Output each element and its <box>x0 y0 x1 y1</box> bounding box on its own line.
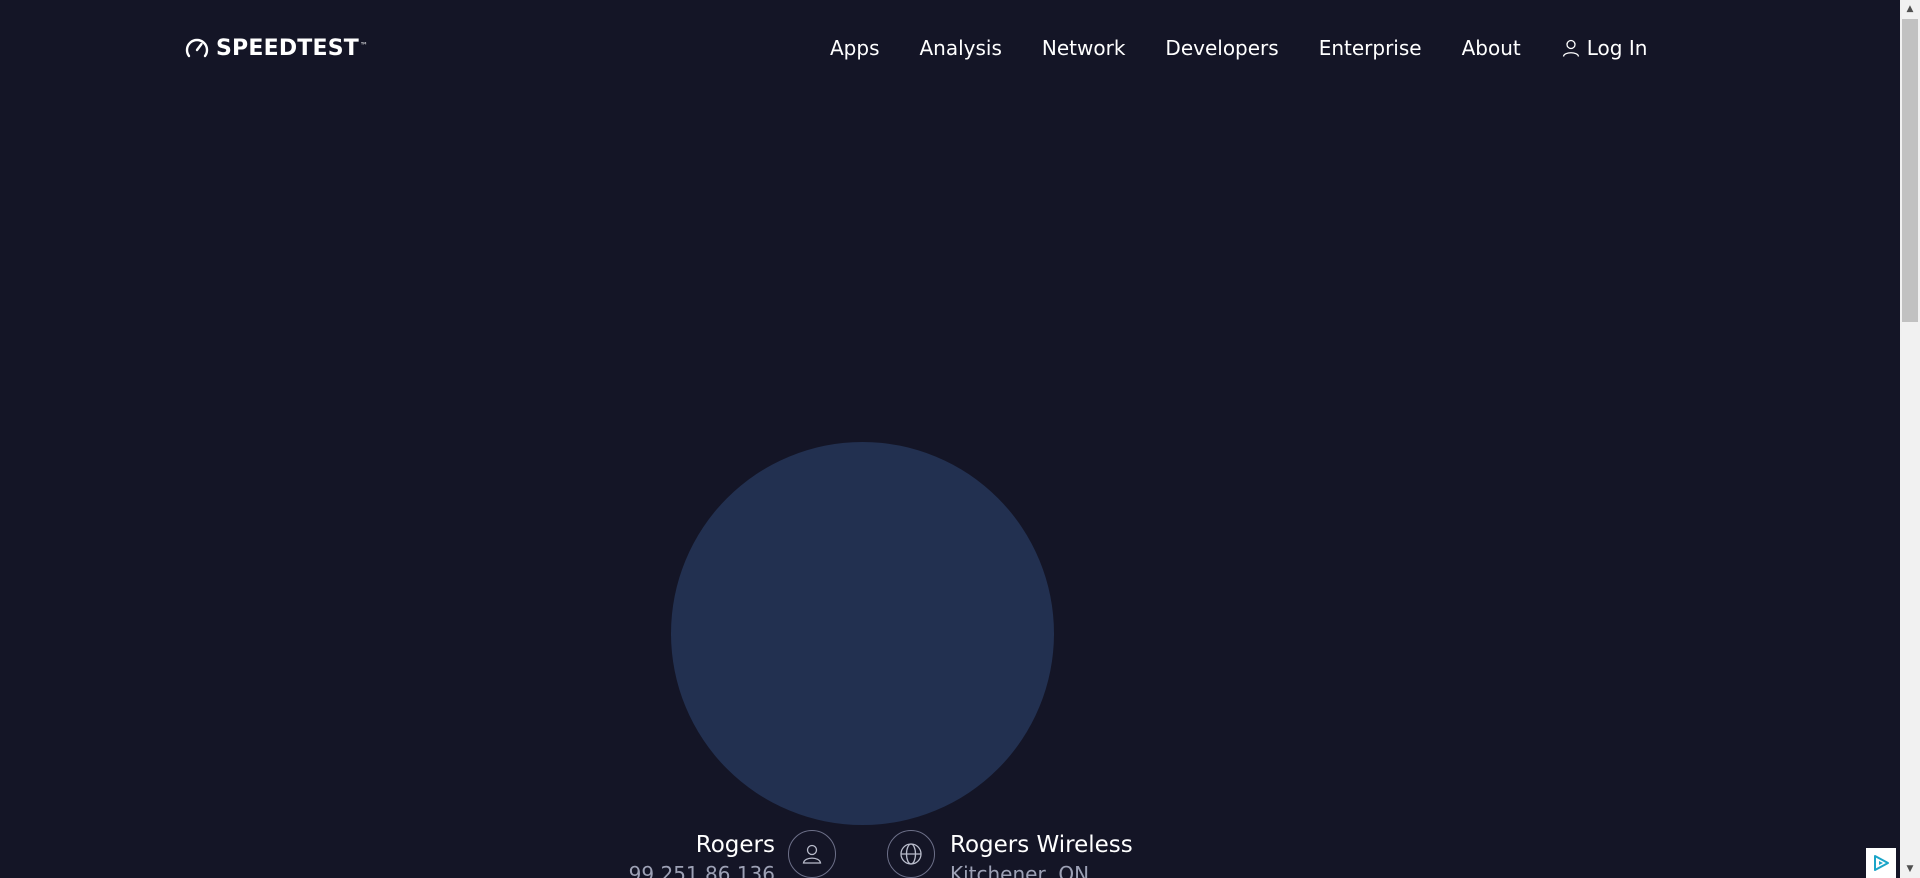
change-server-button[interactable] <box>887 830 935 878</box>
server-location: Kitchener, ON <box>950 862 1090 878</box>
scrollbar-thumb[interactable] <box>1902 19 1918 322</box>
isp-user-icon <box>788 830 836 878</box>
nav-apps[interactable]: Apps <box>830 36 880 60</box>
main-nav: Apps Analysis Network Developers Enterpr… <box>830 33 1647 63</box>
scroll-up-arrow-icon[interactable]: ▲ <box>1900 0 1920 18</box>
go-button[interactable] <box>671 442 1054 825</box>
speedtest-page: SPEEDTEST ™ Apps Analysis Network Develo… <box>0 0 1920 878</box>
nav-network[interactable]: Network <box>1042 36 1126 60</box>
isp-name: Rogers <box>695 832 775 858</box>
adchoices-icon <box>1874 855 1889 871</box>
server-name[interactable]: Rogers Wireless <box>950 830 1133 860</box>
isp-info: Rogers 99.251.86.136 <box>629 830 775 878</box>
logo-text: SPEEDTEST <box>216 35 359 61</box>
nav-developers[interactable]: Developers <box>1165 36 1278 60</box>
isp-ip-address: 99.251.86.136 <box>628 862 775 878</box>
nav-about[interactable]: About <box>1462 36 1521 60</box>
speedometer-icon <box>185 38 209 58</box>
scroll-down-arrow-icon[interactable]: ▼ <box>1900 860 1920 878</box>
login-label: Log In <box>1586 36 1648 60</box>
nav-enterprise[interactable]: Enterprise <box>1319 36 1422 60</box>
nav-analysis[interactable]: Analysis <box>920 36 1002 60</box>
login-link[interactable]: Log In <box>1561 36 1648 60</box>
adchoices-badge[interactable] <box>1866 848 1896 878</box>
speedtest-logo[interactable]: SPEEDTEST ™ <box>184 33 368 63</box>
globe-icon <box>900 843 922 865</box>
user-icon <box>1562 39 1579 57</box>
server-info: Rogers Wireless Kitchener, ON <box>950 830 1133 878</box>
vertical-scrollbar[interactable]: ▲ ▼ <box>1900 0 1920 878</box>
user-icon <box>802 844 822 864</box>
logo-trademark: ™ <box>359 40 368 50</box>
